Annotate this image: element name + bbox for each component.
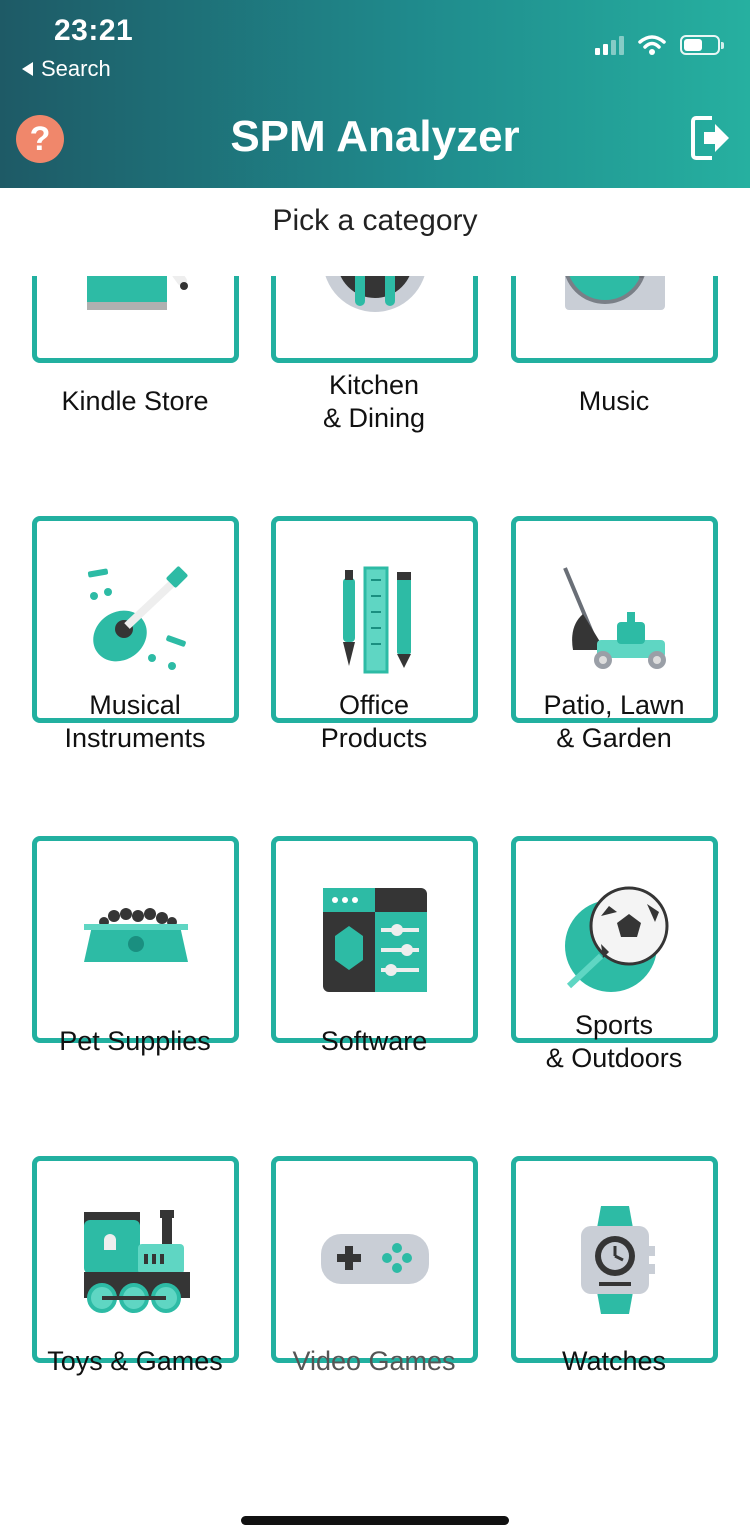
category-label: Sports & Outdoors bbox=[545, 1010, 683, 1073]
category-tile-music[interactable] bbox=[511, 276, 718, 363]
gamepad-icon bbox=[321, 1234, 429, 1284]
category-tile-software[interactable] bbox=[271, 836, 478, 1043]
category-label: Toys & Games bbox=[47, 1346, 223, 1376]
soccer-ball-icon bbox=[565, 886, 669, 992]
toy-train-icon bbox=[84, 1210, 190, 1313]
category-tile-video-games[interactable] bbox=[271, 1156, 478, 1363]
kindle-icon bbox=[87, 276, 188, 310]
category-tile-kitchen-dining[interactable] bbox=[271, 276, 478, 363]
lawn-mower-icon bbox=[563, 567, 666, 669]
status-indicators bbox=[595, 34, 724, 56]
category-label: Music bbox=[578, 386, 650, 416]
category-tile-toys-games[interactable] bbox=[32, 1156, 239, 1363]
watch-icon bbox=[581, 1206, 655, 1314]
app-title: SPM Analyzer bbox=[230, 112, 520, 161]
category-label: Patio, Lawn & Garden bbox=[543, 690, 685, 753]
back-label: Search bbox=[41, 56, 111, 81]
page-subtitle: Pick a category bbox=[272, 204, 478, 237]
home-indicator[interactable] bbox=[241, 1516, 509, 1525]
category-tile-kindle-store[interactable] bbox=[32, 276, 239, 363]
category-label: Office Products bbox=[320, 690, 428, 753]
category-label: Musical Instruments bbox=[64, 690, 206, 753]
turntable-icon bbox=[565, 276, 665, 310]
wifi-icon bbox=[638, 35, 666, 55]
back-to-search[interactable]: Search bbox=[22, 56, 111, 82]
category-label: Kindle Store bbox=[61, 386, 209, 416]
cellular-signal-icon bbox=[595, 35, 624, 55]
category-grid-viewport[interactable]: Kindle Store Kitchen & Dining Music Musi… bbox=[0, 276, 750, 1496]
kitchen-dining-icon bbox=[325, 276, 425, 312]
status-time: 23:21 bbox=[54, 14, 134, 47]
category-label: Software bbox=[320, 1026, 428, 1056]
pet-bowl-icon bbox=[84, 908, 188, 962]
back-arrow-icon bbox=[22, 62, 33, 76]
office-products-icon bbox=[343, 566, 411, 674]
guitar-icon bbox=[87, 566, 188, 670]
category-label: Watches bbox=[561, 1346, 667, 1376]
category-tile-pet-supplies[interactable] bbox=[32, 836, 239, 1043]
exit-icon[interactable] bbox=[690, 114, 732, 162]
category-label: Kitchen & Dining bbox=[322, 370, 426, 433]
software-icon bbox=[323, 888, 427, 992]
category-tile-watches[interactable] bbox=[511, 1156, 718, 1363]
app-header: 23:21 Search ? SPM Analyzer bbox=[0, 0, 750, 188]
category-label: Video Games bbox=[292, 1346, 456, 1376]
battery-icon bbox=[680, 35, 724, 55]
category-label: Pet Supplies bbox=[59, 1026, 211, 1056]
